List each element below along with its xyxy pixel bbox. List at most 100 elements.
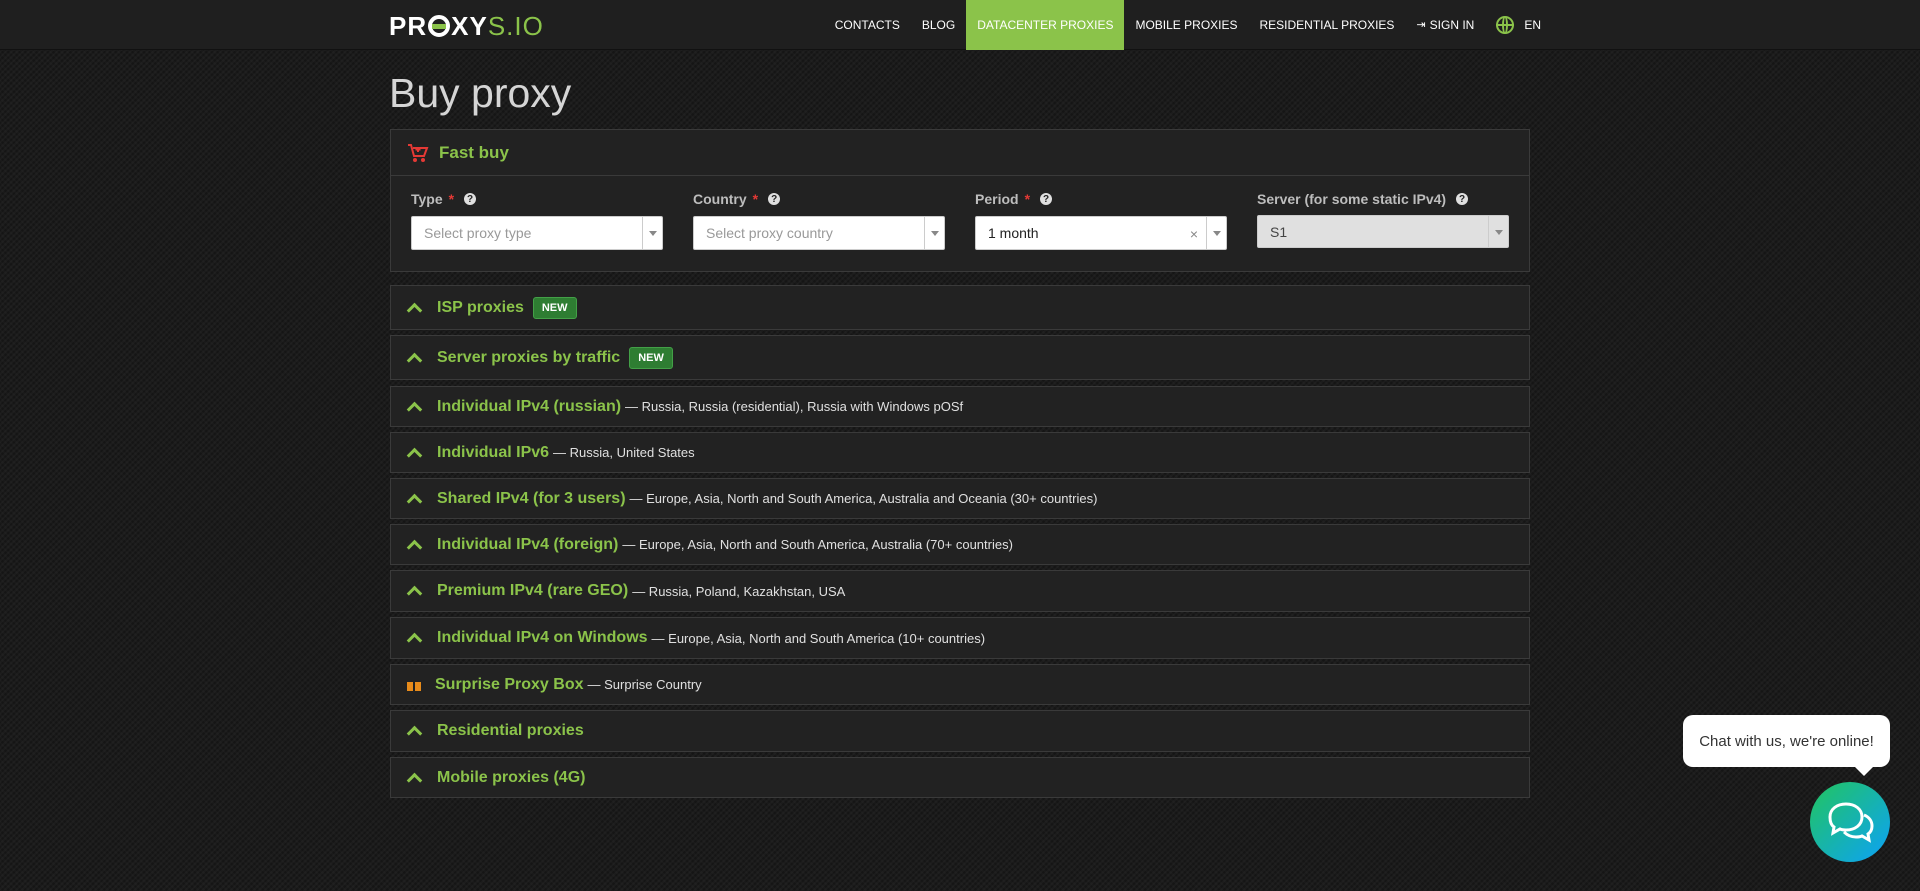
dropdown-arrow-icon[interactable] (924, 217, 944, 249)
period-label-text: Period (975, 191, 1019, 207)
type-label-text: Type (411, 191, 443, 207)
country-field: Country * ? Select proxy country (693, 188, 945, 250)
dropdown-arrow-icon[interactable] (1488, 216, 1508, 248)
section-description: — Europe, Asia, North and South America,… (629, 491, 1098, 506)
sign-in-label: SIGN IN (1429, 18, 1475, 32)
section-title: Surprise Proxy Box (435, 675, 584, 693)
new-badge: NEW (532, 296, 577, 319)
section-description: — Europe, Asia, North and South America,… (622, 537, 1013, 552)
type-field: Type * ? Select proxy type (411, 188, 663, 250)
chevron-up-icon (407, 448, 421, 458)
section-description: — Europe, Asia, North and South America … (651, 630, 986, 646)
dropdown-arrow-icon[interactable] (642, 217, 662, 249)
sign-in-icon: ⇥ (1416, 19, 1426, 31)
section-shared-ipv4[interactable]: Shared IPv4 (for 3 users) — Europe, Asia… (390, 478, 1530, 519)
section-individual-ipv6[interactable]: Individual IPv6 — Russia, United States (390, 432, 1530, 473)
section-surprise-proxy-box[interactable]: Surprise Proxy Box — Surprise Country (390, 664, 1530, 705)
clear-icon[interactable]: × (1190, 218, 1198, 250)
section-title: ISP proxies (437, 298, 524, 316)
country-select[interactable]: Select proxy country (693, 216, 945, 250)
new-badge: NEW (629, 346, 673, 369)
cart-icon (407, 143, 429, 163)
chevron-up-icon (407, 303, 421, 313)
section-premium-ipv4[interactable]: Premium IPv4 (rare GEO) — Russia, Poland… (390, 570, 1530, 612)
section-server-proxies-by-traffic[interactable]: Server proxies by traffic NEW (390, 335, 1530, 380)
server-label: Server (for some static IPv4) ? (1257, 188, 1509, 210)
required-mark: * (1024, 191, 1031, 207)
section-title: Premium IPv4 (rare GEO) (437, 582, 629, 599)
chevron-up-icon (407, 402, 421, 412)
gift-icon (407, 678, 421, 691)
section-title: Individual IPv4 on Windows (437, 629, 648, 646)
country-label-text: Country (693, 191, 747, 207)
period-field: Period * ? 1 month × (975, 188, 1227, 250)
section-title: Mobile proxies (4G) (437, 768, 586, 786)
nav-residential-proxies[interactable]: RESIDENTIAL PROXIES (1249, 0, 1406, 50)
chat-greeting-bubble[interactable]: Chat with us, we're online! (1683, 715, 1890, 776)
fast-buy-title: Fast buy (439, 142, 509, 162)
section-individual-ipv4-windows[interactable]: Individual IPv4 on Windows — Europe, Asi… (390, 617, 1530, 659)
chat-icon (1828, 802, 1874, 843)
country-placeholder: Select proxy country (706, 225, 833, 241)
language-label: EN (1524, 18, 1541, 32)
section-title: Individual IPv4 (foreign) (437, 535, 619, 553)
nav-sign-in[interactable]: ⇥ SIGN IN (1405, 0, 1485, 50)
nav-mobile-proxies[interactable]: MOBILE PROXIES (1124, 0, 1248, 50)
period-label: Period * ? (975, 188, 1227, 210)
chevron-up-icon (407, 773, 421, 783)
required-mark: * (752, 191, 759, 207)
page-title: Buy proxy (389, 70, 572, 116)
server-label-text: Server (for some static IPv4) (1257, 191, 1447, 207)
section-individual-ipv4-russian[interactable]: Individual IPv4 (russian) — Russia, Russ… (390, 386, 1530, 427)
help-icon[interactable]: ? (768, 193, 781, 205)
chevron-up-icon (407, 540, 421, 550)
chevron-up-icon (407, 726, 421, 736)
type-label: Type * ? (411, 188, 663, 210)
section-individual-ipv4-foreign[interactable]: Individual IPv4 (foreign) — Europe, Asia… (390, 524, 1530, 565)
type-select[interactable]: Select proxy type (411, 216, 663, 250)
logo-text-right: S.IO (487, 10, 544, 41)
main-nav: CONTACTS BLOG DATACENTER PROXIES MOBILE … (824, 0, 1552, 50)
section-mobile-proxies[interactable]: Mobile proxies (4G) (390, 757, 1530, 798)
server-select[interactable]: S1 (1257, 215, 1509, 248)
logo-text-middle: XY (451, 10, 488, 41)
period-value: 1 month (988, 225, 1039, 241)
nav-datacenter-proxies[interactable]: DATACENTER PROXIES (966, 0, 1125, 50)
server-field: Server (for some static IPv4) ? S1 (1257, 188, 1509, 250)
logo-mask-icon (428, 15, 451, 37)
chevron-up-icon (407, 586, 421, 596)
help-icon[interactable]: ? (464, 193, 477, 205)
section-title: Server proxies by traffic (437, 348, 621, 366)
period-select[interactable]: 1 month × (975, 216, 1227, 250)
section-title: Individual IPv6 (437, 443, 550, 461)
section-description: — Russia, Russia (residential), Russia w… (625, 399, 964, 414)
country-label: Country * ? (693, 188, 945, 210)
chevron-up-icon (407, 353, 421, 363)
type-placeholder: Select proxy type (424, 225, 532, 241)
fast-buy-fields: Type * ? Select proxy type Country * ? S… (391, 176, 1529, 250)
section-description: — Surprise Country (587, 677, 702, 692)
section-title: Individual IPv4 (russian) (437, 397, 622, 415)
help-icon[interactable]: ? (1040, 193, 1053, 205)
fast-buy-panel: Fast buy Type * ? Select proxy type Coun… (390, 129, 1530, 272)
globe-icon (1496, 16, 1515, 34)
section-description: — Russia, United States (553, 445, 695, 460)
nav-blog[interactable]: BLOG (911, 0, 966, 50)
site-logo[interactable]: PR XY S.IO (389, 10, 544, 41)
required-mark: * (448, 191, 455, 207)
section-isp-proxies[interactable]: ISP proxies NEW (390, 285, 1530, 330)
server-value: S1 (1270, 224, 1288, 240)
dropdown-arrow-icon[interactable] (1206, 217, 1226, 249)
section-title: Shared IPv4 (for 3 users) (437, 489, 626, 507)
chat-button[interactable] (1810, 782, 1890, 862)
section-description: — Russia, Poland, Kazakhstan, USA (632, 583, 846, 599)
section-title: Residential proxies (437, 722, 584, 739)
language-switcher[interactable]: EN (1485, 0, 1552, 50)
section-residential-proxies[interactable]: Residential proxies (390, 710, 1530, 752)
logo-text-left: PR (389, 10, 428, 41)
help-icon[interactable]: ? (1456, 193, 1469, 205)
top-navbar: PR XY S.IO CONTACTS BLOG DATACENTER PROXIE… (0, 0, 1920, 50)
fast-buy-header: Fast buy (391, 130, 1529, 176)
nav-contacts[interactable]: CONTACTS (824, 0, 911, 50)
chevron-up-icon (407, 633, 421, 643)
